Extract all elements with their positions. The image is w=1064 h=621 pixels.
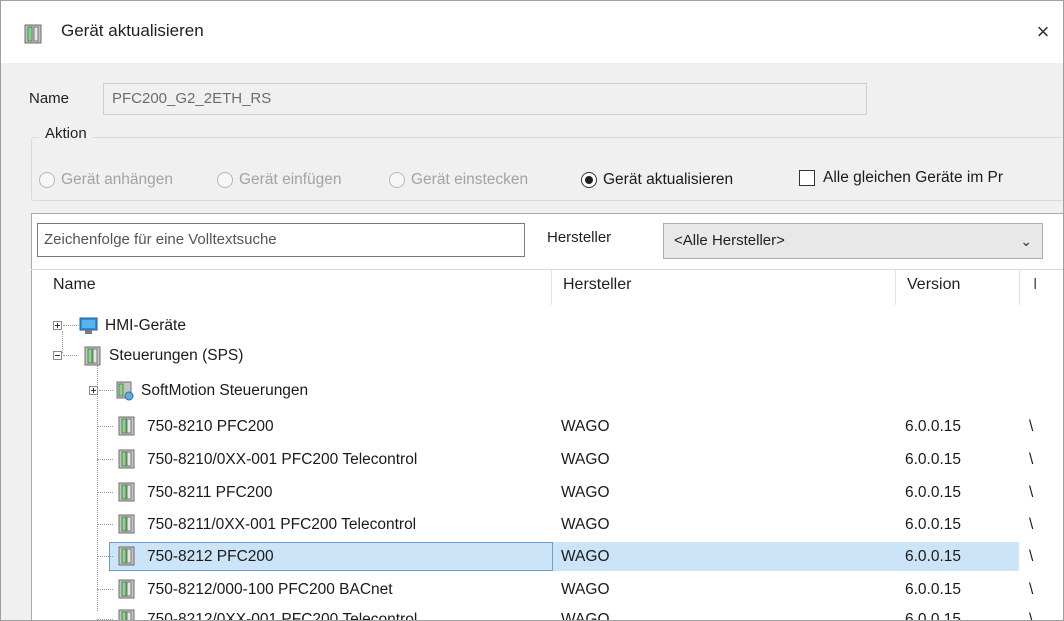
radio-update-device[interactable]: Gerät aktualisieren [581,169,733,191]
close-icon[interactable]: × [1023,11,1063,53]
tree-node-label: SoftMotion Steuerungen [141,382,309,399]
column-separator[interactable] [895,269,896,305]
device-extra: \ [1029,418,1034,435]
tree-row-device-selected[interactable]: 750-8212 PFC200 WAGO 6.0.0.15 \ [31,542,1063,572]
collapse-icon[interactable] [53,351,62,360]
column-header-name[interactable]: Name [53,276,96,294]
tree-row-device[interactable]: 750-8210/0XX-001 PFC200 Telecontrol WAGO… [31,445,1063,475]
checkbox-label: Alle gleichen Geräte im Pr [823,169,1004,186]
device-extra: \ [1029,611,1034,621]
device-version: 6.0.0.15 [905,581,962,598]
plc-icon [118,416,135,436]
plc-icon [118,609,135,620]
column-separator[interactable] [551,269,552,305]
device-vendor: WAGO [561,611,610,621]
radio-circle [39,172,55,188]
radio-append-device[interactable]: Gerät anhängen [39,169,173,191]
tree-node-label: HMI-Geräte [105,317,186,334]
radio-label: Gerät aktualisieren [603,171,734,188]
radio-insert-device[interactable]: Gerät einfügen [217,169,342,191]
tree-row-device[interactable]: 750-8212/000-100 PFC200 BACnet WAGO 6.0.… [31,575,1063,605]
plc-icon [118,579,135,599]
checkbox-box [799,170,815,186]
tree-line [97,556,113,558]
action-group-label: Aktion [39,125,93,142]
radio-circle [581,172,597,188]
radio-label: Gerät einfügen [239,171,342,188]
tree-line [63,325,77,327]
hmi-device-icon [79,317,98,334]
vendor-filter-label: Hersteller [547,229,612,246]
device-name: 750-8210/0XX-001 PFC200 Telecontrol [147,451,418,468]
column-header-extra[interactable]: I [1033,276,1037,294]
column-header-vendor[interactable]: Hersteller [563,276,631,294]
tree-line [99,390,113,392]
device-version: 6.0.0.15 [905,516,962,533]
chevron-down-icon: ⌄ [1020,233,1032,249]
dialog-title: Gerät aktualisieren [61,21,204,40]
radio-circle [389,172,405,188]
tree-node-softmotion[interactable]: SoftMotion Steuerungen [31,376,1063,406]
device-extra: \ [1029,451,1034,468]
device-version: 6.0.0.15 [905,484,962,501]
tree-row-device[interactable]: 750-8212/0XX-001 PFC200 Telecontrol WAGO… [31,605,1063,621]
plc-icon [118,449,135,469]
plc-device-icon [24,24,42,44]
tree-node-controllers[interactable]: Steuerungen (SPS) [31,341,1063,371]
tree-row-device[interactable]: 750-8211/0XX-001 PFC200 Telecontrol WAGO… [31,510,1063,540]
tree-line [63,355,77,357]
device-name: 750-8212/0XX-001 PFC200 Telecontrol [147,611,418,621]
update-device-dialog: Gerät aktualisieren × Name PFC200_G2_2ET… [0,0,1064,621]
radio-label: Gerät einstecken [411,171,529,188]
name-label: Name [29,90,70,107]
tree-line [97,459,113,461]
device-vendor: WAGO [561,484,610,501]
radio-plug-device[interactable]: Gerät einstecken [389,169,528,191]
fulltext-search-input[interactable]: Zeichenfolge für eine Volltextsuche [37,223,525,257]
plc-icon [118,514,135,534]
tree-line [97,492,113,494]
device-name: 750-8210 PFC200 [147,418,274,435]
device-version: 6.0.0.15 [905,611,962,621]
device-version: 6.0.0.15 [905,548,962,565]
device-vendor: WAGO [561,516,610,533]
column-header-divider [31,269,1063,270]
device-extra: \ [1029,484,1034,501]
title-bar: Gerät aktualisieren × [1,1,1063,63]
vendor-select-value: <Alle Hersteller> [674,232,785,249]
tree-node-label: Steuerungen (SPS) [109,347,244,364]
device-vendor: WAGO [561,451,610,468]
tree-row-device[interactable]: 750-8211 PFC200 WAGO 6.0.0.15 \ [31,478,1063,508]
device-name: 750-8211/0XX-001 PFC200 Telecontrol [147,516,417,533]
vendor-select[interactable]: <Alle Hersteller> ⌄ [663,223,1043,259]
device-version: 6.0.0.15 [905,418,962,435]
device-name: 750-8212/000-100 PFC200 BACnet [147,581,393,598]
radio-label: Gerät anhängen [61,171,174,188]
all-same-devices-checkbox[interactable]: Alle gleichen Geräte im Pr [799,169,1003,187]
column-separator[interactable] [1019,269,1020,305]
tree-line [97,426,113,428]
plc-icon [118,546,135,566]
tree-node-hmi-devices[interactable]: HMI-Geräte [31,311,1063,341]
device-vendor: WAGO [561,581,610,598]
tree-row-device[interactable]: 750-8210 PFC200 WAGO 6.0.0.15 \ [31,412,1063,442]
device-name: 750-8211 PFC200 [147,484,273,501]
plc-icon [84,346,101,366]
plc-icon [118,482,135,502]
softmotion-icon [116,381,134,401]
column-header-version[interactable]: Version [907,276,960,294]
device-extra: \ [1029,516,1034,533]
device-vendor: WAGO [561,548,610,565]
device-vendor: WAGO [561,418,610,435]
name-field[interactable]: PFC200_G2_2ETH_RS [103,83,867,115]
expand-icon[interactable] [89,386,98,395]
device-name: 750-8212 PFC200 [147,548,274,565]
radio-circle [217,172,233,188]
tree-line [97,589,113,591]
device-extra: \ [1029,581,1034,598]
device-extra: \ [1029,548,1034,565]
tree-line [97,524,113,526]
device-version: 6.0.0.15 [905,451,962,468]
expand-icon[interactable] [53,321,62,330]
